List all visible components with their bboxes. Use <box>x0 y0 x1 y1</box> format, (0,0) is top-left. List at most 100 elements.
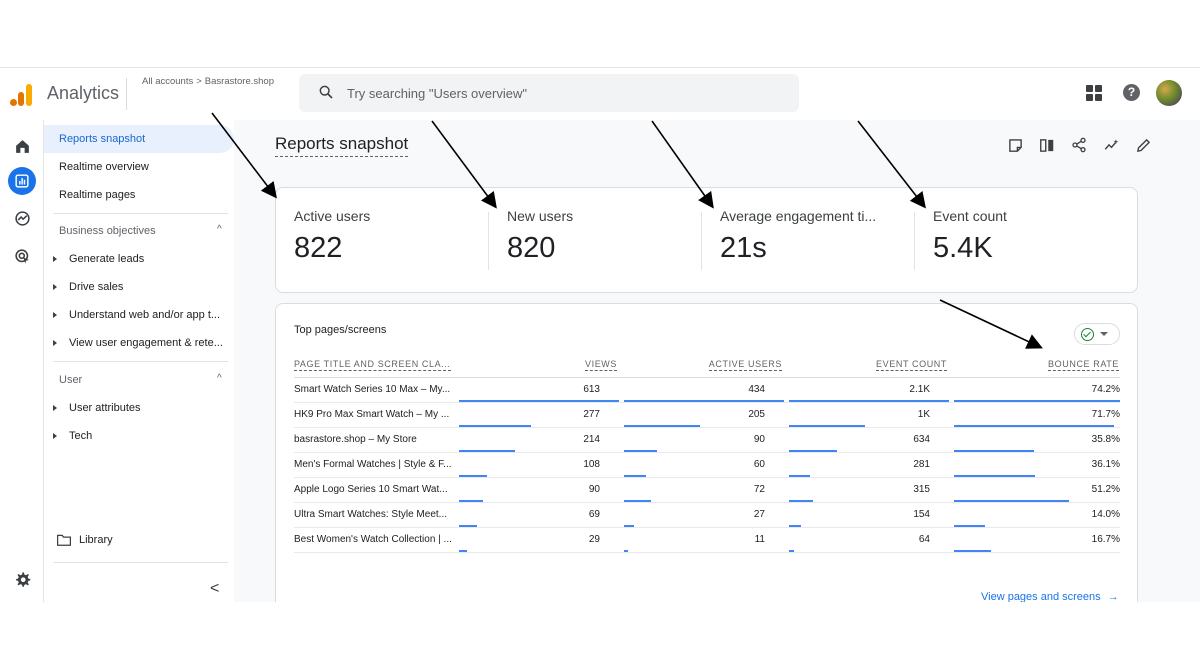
section-business-objectives[interactable]: Business objectives <box>59 225 156 237</box>
column-header-bounce-rate[interactable]: BOUNCE RATE <box>1048 359 1119 371</box>
cell-page-title[interactable]: Men's Formal Watches | Style & F... <box>294 459 454 470</box>
cell-views: 69 <box>588 509 600 520</box>
data-quality-dropdown[interactable] <box>1074 323 1120 345</box>
sidebar-item-reports-snapshot[interactable]: Reports snapshot <box>44 125 234 153</box>
customize-icon[interactable] <box>1006 136 1024 154</box>
column-header-page-title[interactable]: PAGE TITLE AND SCREEN CLA... <box>294 359 451 371</box>
bar-bounce <box>954 550 991 552</box>
sidebar-item-label: View user engagement & rete... <box>69 337 223 349</box>
bar-bounce <box>954 475 1035 477</box>
metric-value: 820 <box>507 232 556 264</box>
cell-page-title[interactable]: basrastore.shop – My Store <box>294 434 454 445</box>
cell-page-title[interactable]: HK9 Pro Max Smart Watch – My ... <box>294 409 454 420</box>
cell-active: 60 <box>753 459 765 470</box>
apps-grid-icon[interactable] <box>1086 85 1102 101</box>
metric-average-engagement-time[interactable]: Average engagement ti... 21s <box>702 188 915 294</box>
cell-page-title[interactable]: Best Women's Watch Collection | ... <box>294 534 454 545</box>
edit-icon[interactable] <box>1134 136 1152 154</box>
sidebar-item-user-engagement[interactable]: View user engagement & rete... <box>53 337 223 349</box>
section-user[interactable]: User <box>59 374 82 386</box>
column-header-active-users[interactable]: ACTIVE USERS <box>708 359 782 371</box>
metric-active-users[interactable]: Active users 822 <box>276 188 489 294</box>
cell-page-title[interactable]: Apple Logo Series 10 Smart Wat... <box>294 484 454 495</box>
metric-label: Event count <box>933 208 1007 224</box>
metrics-card: Active users 822 New users 820 Average e… <box>275 187 1138 293</box>
breadcrumb-account[interactable]: Basrastore.shop <box>205 76 274 87</box>
link-label: View pages and screens <box>981 591 1101 602</box>
gear-icon[interactable] <box>10 567 34 591</box>
bar-views <box>459 450 515 452</box>
view-pages-link[interactable]: View pages and screens → <box>981 591 1119 602</box>
breadcrumb[interactable]: All accounts > Basrastore.shop <box>142 76 274 87</box>
bar-bounce <box>954 425 1114 427</box>
cell-events: 315 <box>913 484 930 495</box>
cell-active: 205 <box>748 409 765 420</box>
bar-events <box>789 525 801 527</box>
bar-active <box>624 425 700 427</box>
cell-events: 634 <box>913 434 930 445</box>
help-icon[interactable]: ? <box>1123 84 1140 101</box>
table-row[interactable]: Men's Formal Watches | Style & F... 108 60… <box>294 453 1120 478</box>
insights-icon[interactable] <box>1102 136 1120 154</box>
page-title: Reports snapshot <box>275 134 409 157</box>
table-row[interactable]: HK9 Pro Max Smart Watch – My ... 277 205 1K… <box>294 403 1120 428</box>
table-row[interactable]: Smart Watch Series 10 Max – My... 613 434 2… <box>294 378 1120 403</box>
app-name[interactable]: Analytics <box>47 83 119 104</box>
bar-events <box>789 425 865 427</box>
advertising-icon[interactable] <box>10 244 34 268</box>
collapse-sidebar-button[interactable]: < <box>210 580 219 598</box>
share-icon[interactable] <box>1070 136 1088 154</box>
metric-label: New users <box>507 208 574 224</box>
explore-icon[interactable] <box>10 206 34 230</box>
search-input[interactable] <box>347 83 777 103</box>
bar-active <box>624 525 634 527</box>
sidebar-item-label: Generate leads <box>69 253 145 265</box>
metric-new-users[interactable]: New users 820 <box>489 188 702 294</box>
cell-events: 281 <box>913 459 930 470</box>
avatar[interactable] <box>1156 80 1182 106</box>
chevron-up-icon[interactable]: ^ <box>217 224 222 235</box>
bar-views <box>459 525 477 527</box>
table-row[interactable]: Best Women's Watch Collection | ... 29 11 6… <box>294 528 1120 553</box>
chevron-down-icon <box>1100 332 1108 336</box>
sidebar-item-realtime-overview[interactable]: Realtime overview <box>59 161 149 173</box>
table-row[interactable]: Apple Logo Series 10 Smart Wat... 90 72 315… <box>294 478 1120 503</box>
table-row[interactable]: Ultra Smart Watches: Style Meet... 69 27 15… <box>294 503 1120 528</box>
sidebar-item-tech[interactable]: Tech <box>53 430 92 442</box>
cell-page-title[interactable]: Smart Watch Series 10 Max – My... <box>294 384 454 395</box>
arrow-right-icon: → <box>1107 591 1119 602</box>
cell-active: 11 <box>754 534 765 545</box>
analytics-logo-icon[interactable] <box>10 82 34 106</box>
cell-bounce: 16.7% <box>1091 534 1120 545</box>
sidebar-item-drive-sales[interactable]: Drive sales <box>53 281 123 293</box>
sidebar-item-realtime-pages[interactable]: Realtime pages <box>59 189 135 201</box>
screenshot-frame: Analytics All accounts>Basrastore.shop ? <box>0 0 1200 670</box>
cell-page-title[interactable]: Ultra Smart Watches: Style Meet... <box>294 509 454 520</box>
metric-event-count[interactable]: Event count 5.4K <box>915 188 1128 294</box>
breadcrumb-all-accounts[interactable]: All accounts <box>142 76 193 87</box>
sidebar-item-understand-traffic[interactable]: Understand web and/or app t... <box>53 309 220 321</box>
cell-events: 154 <box>913 509 930 520</box>
sidebar-item-generate-leads[interactable]: Generate leads <box>53 253 144 265</box>
cell-views: 108 <box>583 459 600 470</box>
bar-views <box>459 400 619 402</box>
column-header-views[interactable]: VIEWS <box>584 359 617 371</box>
top-bar: Analytics All accounts>Basrastore.shop ? <box>0 68 1200 120</box>
table-row[interactable]: basrastore.shop – My Store 214 90 634 35.8% <box>294 428 1120 453</box>
bar-views <box>459 500 483 502</box>
compare-icon[interactable] <box>1038 136 1056 154</box>
bar-bounce <box>954 400 1120 402</box>
sidebar-item-user-attributes[interactable]: User attributes <box>53 402 141 414</box>
bar-events <box>789 475 810 477</box>
chevron-up-icon[interactable]: ^ <box>217 373 222 384</box>
home-icon[interactable] <box>10 134 34 158</box>
search-bar[interactable] <box>299 74 799 112</box>
sidebar-item-library[interactable]: Library <box>57 534 113 546</box>
header-divider <box>126 78 127 110</box>
expand-arrow-icon <box>53 312 57 319</box>
reports-icon[interactable] <box>8 167 36 195</box>
metric-value: 5.4K <box>933 232 993 264</box>
bar-bounce <box>954 500 1069 502</box>
metric-value: 822 <box>294 232 343 264</box>
column-header-event-count[interactable]: EVENT COUNT <box>876 359 947 371</box>
